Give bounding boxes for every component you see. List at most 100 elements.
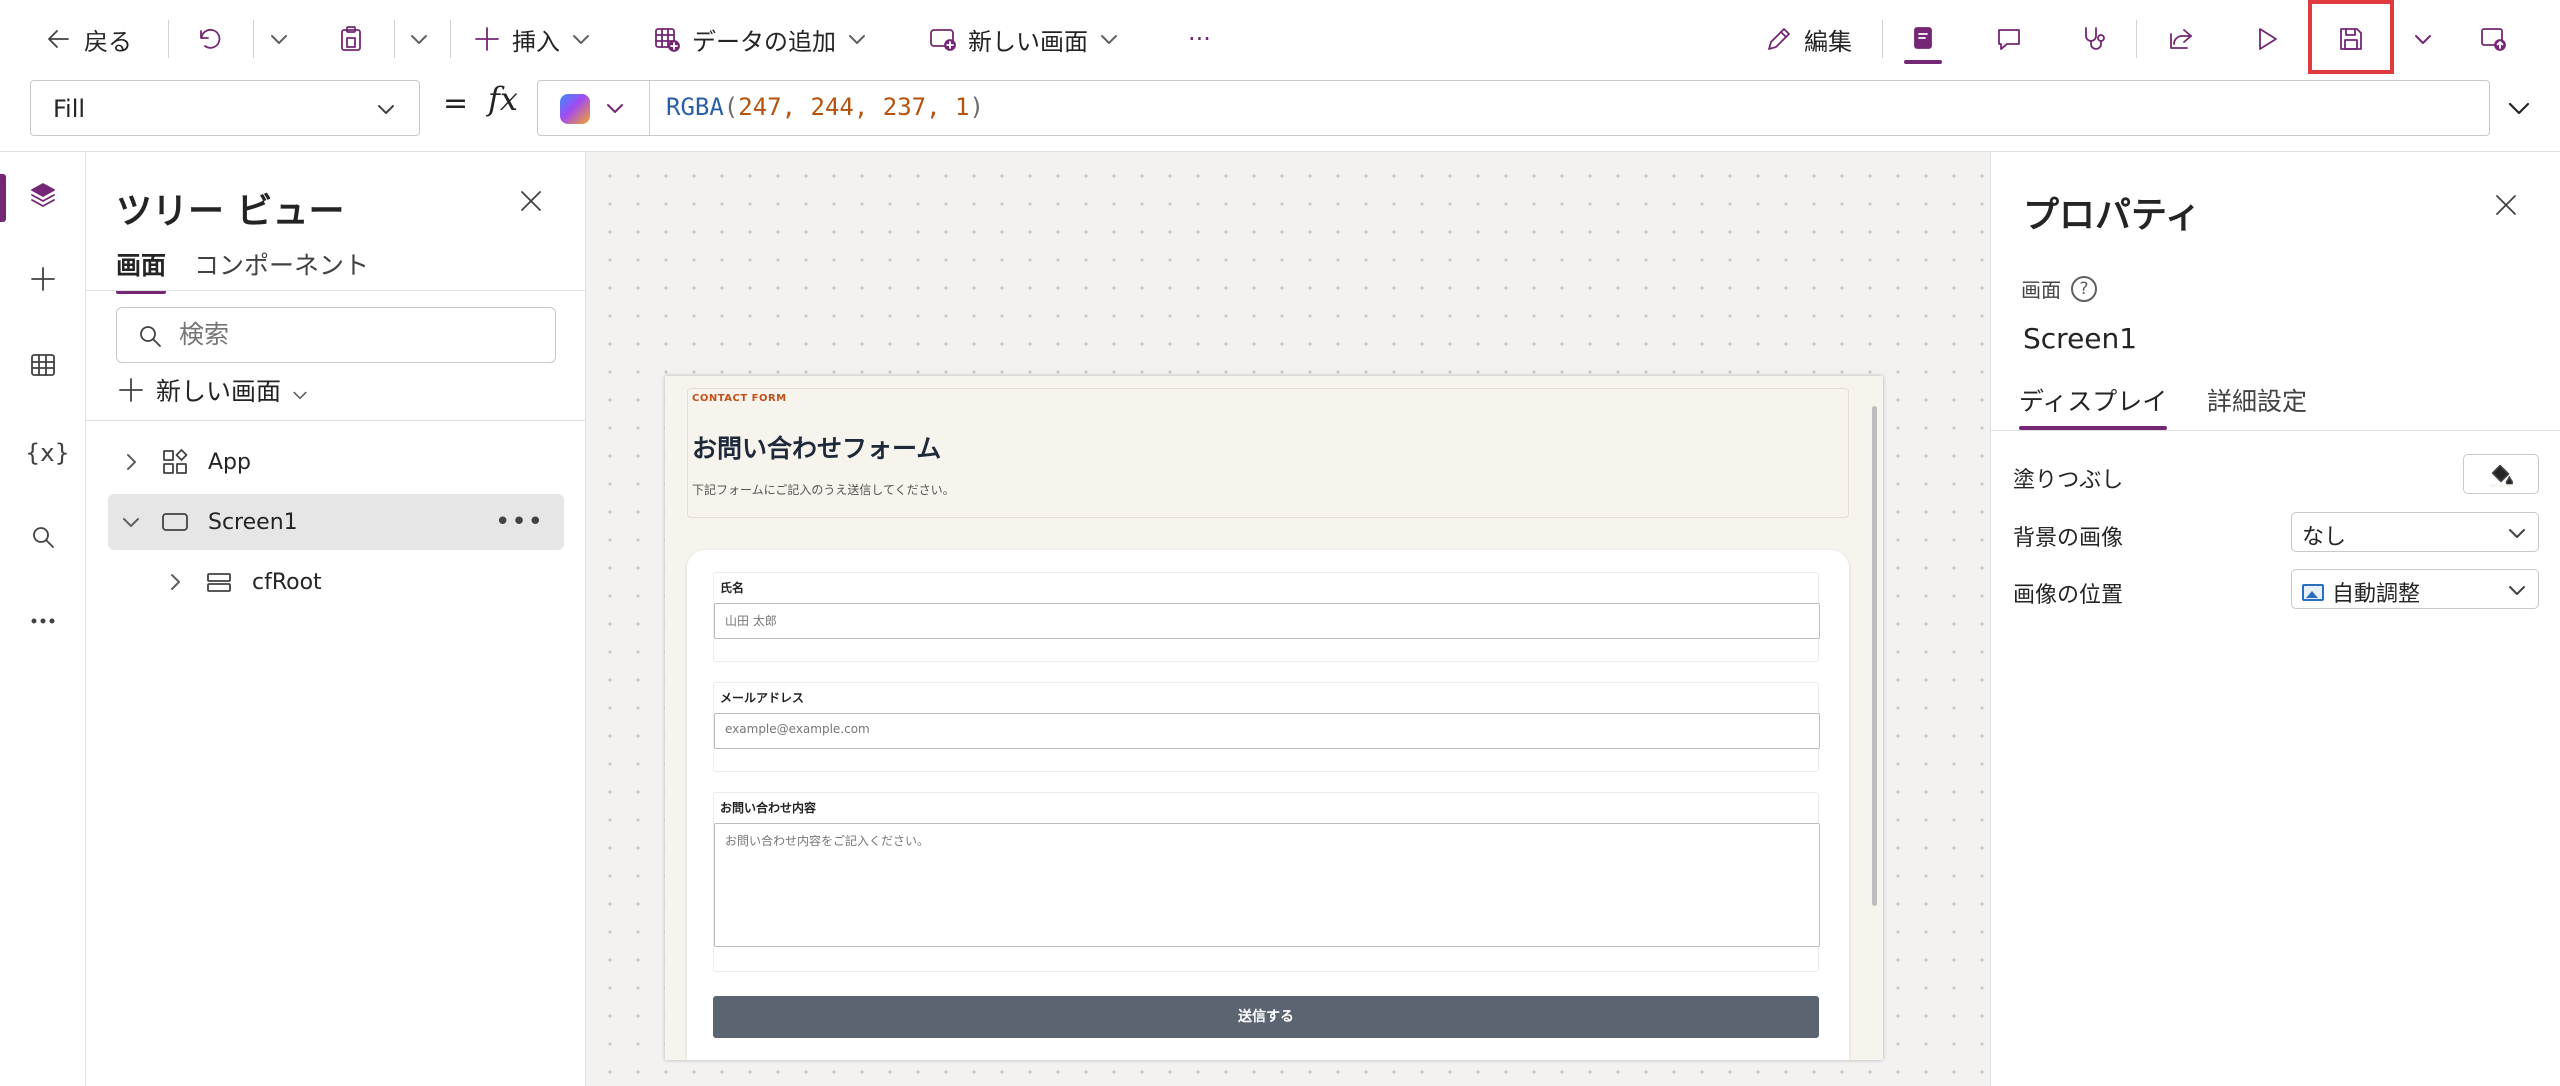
more-rail-button[interactable] (25, 606, 61, 642)
name-field-container[interactable]: 氏名 山田 太郎 (713, 572, 1820, 662)
email-field-container[interactable]: メールアドレス example@example.com (713, 682, 1820, 772)
app-checker-notes-button[interactable] (1908, 19, 1938, 59)
tab-advanced[interactable]: 詳細設定 (2207, 382, 2307, 418)
add-data-button[interactable]: データの追加 (652, 19, 868, 59)
save-dropdown[interactable] (2412, 19, 2434, 59)
equals-sign: = (443, 86, 469, 121)
property-dropdown[interactable]: Fill (30, 80, 420, 136)
edit-button[interactable]: 編集 (1764, 19, 1852, 59)
undo-dropdown[interactable] (268, 19, 290, 59)
active-indicator (1904, 60, 1942, 64)
tree-search-box[interactable] (116, 307, 556, 363)
control-name[interactable]: Screen1 (2023, 322, 2137, 355)
chevron-down-icon (604, 97, 626, 119)
chevron-down-icon (2506, 579, 2528, 601)
copilot-button[interactable] (538, 81, 650, 135)
image-position-dropdown[interactable]: 自動調整 (2291, 569, 2539, 609)
separator (2136, 20, 2137, 58)
separator (450, 20, 451, 58)
paste-dropdown[interactable] (408, 19, 430, 59)
more-options-icon[interactable]: ••• (495, 507, 544, 537)
search-rail-button[interactable] (25, 522, 61, 558)
chevron-down-icon (408, 28, 430, 50)
image-position-label: 画像の位置 (2013, 583, 2124, 608)
screen-icon (160, 507, 190, 537)
tree-view-rail-button[interactable] (25, 180, 61, 216)
background-image-dropdown[interactable]: なし (2291, 512, 2539, 552)
property-value: Fill (53, 95, 86, 123)
formula-input[interactable]: RGBA(247, 244, 237, 1) (537, 80, 2490, 136)
field-label: メールアドレス (720, 691, 805, 705)
chevron-down-icon (1098, 28, 1120, 50)
chevron-down-icon (120, 511, 142, 533)
properties-title: プロパティ (2023, 195, 2201, 236)
formula-arguments: 247, 244, 237, 1 (738, 93, 970, 121)
plus-icon (472, 24, 502, 54)
email-input[interactable]: example@example.com (714, 713, 1820, 749)
container-icon (204, 567, 234, 597)
message-field-container[interactable]: お問い合わせ内容 お問い合わせ内容をご記入ください。 (713, 792, 1820, 972)
share-button[interactable] (2166, 19, 2196, 59)
variables-icon[interactable]: {x} (25, 438, 70, 474)
tree-node-label: Screen1 (208, 509, 298, 535)
tree-node-screen1[interactable]: Screen1 ••• (108, 494, 564, 550)
search-input[interactable] (179, 320, 539, 349)
comments-button[interactable] (1994, 19, 2024, 59)
divider (86, 290, 586, 291)
divider (1991, 430, 2560, 431)
more-commands-button[interactable]: ··· (1188, 19, 1211, 59)
chevron-down-icon (375, 98, 397, 120)
help-icon[interactable]: ? (2071, 275, 2097, 302)
data-rail-button[interactable] (25, 350, 61, 386)
expand-formula-button[interactable] (2506, 95, 2532, 121)
plus-icon (116, 375, 146, 405)
form-card[interactable]: 氏名 山田 太郎 メールアドレス example@example.com お問い… (687, 550, 1849, 1060)
tree-view-pane: ツリー ビュー 画面 コンポーネント 新しい画面 App Screen1 •••… (86, 152, 586, 1086)
tab-screens[interactable]: 画面 (116, 246, 167, 294)
new-screen-button[interactable]: 新しい画面 (928, 19, 1120, 59)
tab-display[interactable]: ディスプレイ (2019, 382, 2168, 430)
screen-preview[interactable]: CONTACT FORM お問い合わせフォーム 下記フォームにご記入のうえ送信し… (665, 376, 1883, 1060)
fill-color-picker[interactable] (2463, 454, 2539, 494)
clipboard-icon (336, 24, 366, 54)
undo-button[interactable] (194, 19, 224, 59)
tree-node-cfroot[interactable]: cfRoot (108, 554, 564, 610)
notebook-icon (1908, 24, 1938, 54)
separator (394, 20, 395, 58)
close-properties-button[interactable] (2491, 190, 2521, 220)
formula-text[interactable]: RGBA(247, 244, 237, 1) (666, 93, 984, 121)
tab-components[interactable]: コンポーネント (194, 246, 369, 282)
form-header[interactable]: CONTACT FORM お問い合わせフォーム 下記フォームにご記入のうえ送信し… (687, 388, 1849, 518)
app-checker-button[interactable] (2078, 19, 2108, 59)
chevron-down-icon (2506, 522, 2528, 544)
new-screen-button[interactable]: 新しい画面 (116, 372, 309, 408)
close-icon (516, 186, 546, 216)
stethoscope-icon (2078, 24, 2108, 54)
name-input[interactable]: 山田 太郎 (714, 603, 1820, 639)
close-tree-view-button[interactable] (516, 186, 546, 216)
message-textarea[interactable]: お問い合わせ内容をご記入ください。 (714, 823, 1820, 947)
submit-button[interactable]: 送信する (713, 996, 1819, 1038)
background-image-label: 背景の画像 (2013, 526, 2124, 551)
chevron-right-icon (120, 451, 142, 473)
background-image-value: なし (2302, 525, 2347, 550)
formula-function: RGBA (666, 93, 724, 121)
separator (253, 20, 254, 58)
back-button[interactable]: 戻る (44, 19, 132, 59)
fx-icon: fx (488, 80, 518, 118)
fill-label: 塗りつぶし (2013, 468, 2124, 493)
scrollbar[interactable] (1872, 406, 1877, 906)
comment-icon (1994, 24, 2024, 54)
paste-button[interactable] (336, 19, 366, 59)
publish-button[interactable] (2478, 19, 2508, 59)
insert-button[interactable]: 挿入 (472, 19, 592, 59)
command-bar: 戻る 挿入 データの追加 新しい画面 ··· 編集 (0, 0, 2560, 78)
image-position-value: 自動調整 (2332, 582, 2421, 607)
table-add-icon (652, 24, 682, 54)
arrow-left-icon (44, 24, 74, 54)
form-eyebrow-label: CONTACT FORM (692, 393, 787, 404)
tree-node-app[interactable]: App (108, 434, 564, 490)
insert-rail-button[interactable] (25, 264, 61, 300)
preview-play-button[interactable] (2252, 19, 2282, 59)
edit-label: 編集 (1804, 27, 1852, 56)
